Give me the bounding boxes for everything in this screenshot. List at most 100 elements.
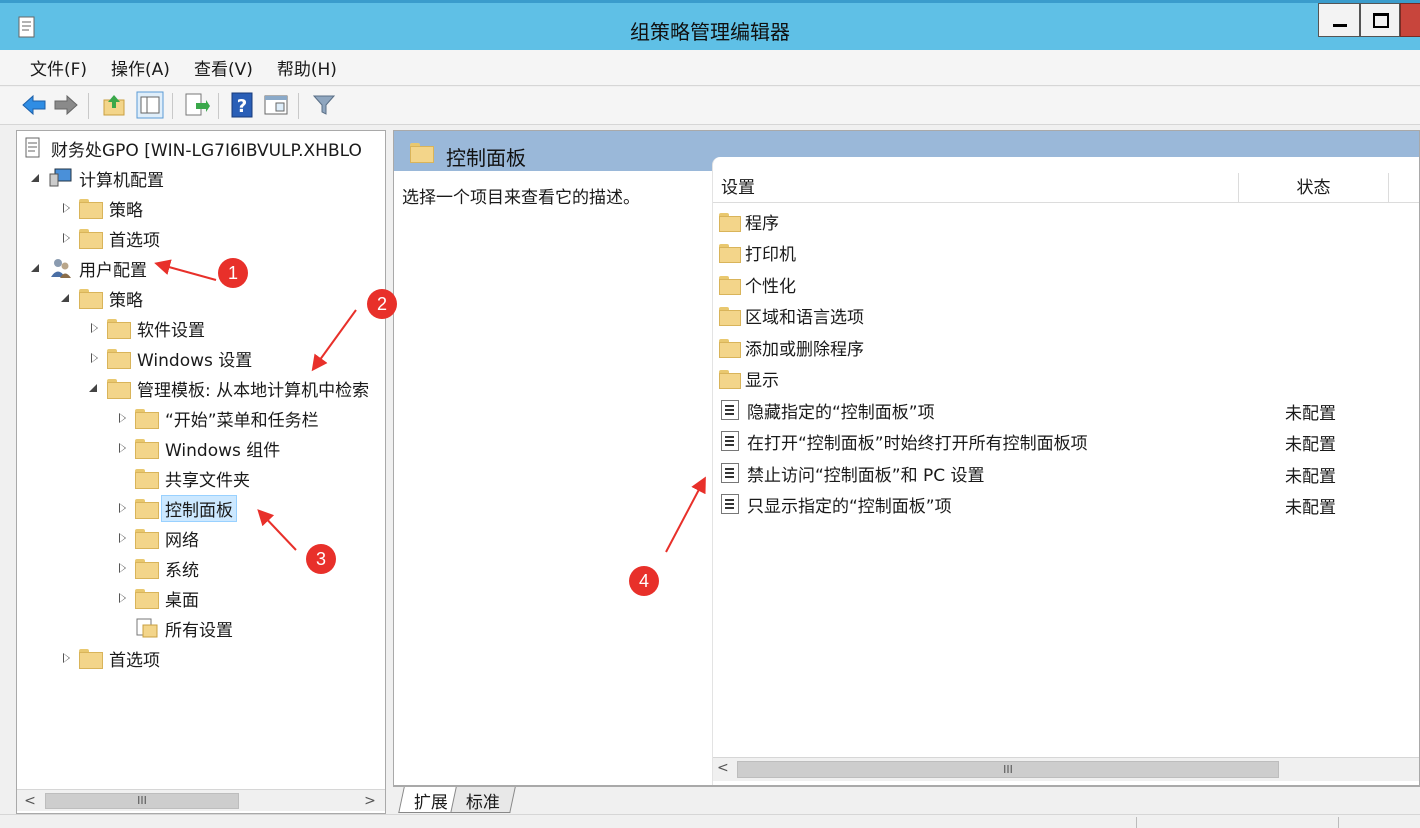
list-item[interactable]: 区域和语言选项 bbox=[719, 301, 864, 329]
tree-label: 软件设置 bbox=[137, 320, 205, 341]
list-item[interactable]: 程序 bbox=[719, 207, 779, 235]
tree-root-label: 财务处GPO [WIN-LG7I6IBVULP.XHBLO bbox=[51, 140, 362, 161]
expand-icon[interactable] bbox=[115, 411, 129, 425]
tree-start-menu[interactable]: “开始”菜单和任务栏 bbox=[115, 405, 319, 431]
folder-icon bbox=[135, 439, 159, 459]
column-header-state[interactable]: 状态 bbox=[1239, 173, 1389, 203]
tree-label: 策略 bbox=[109, 200, 143, 221]
tree-admin-templates[interactable]: 管理模板: 从本地计算机中检索 bbox=[87, 375, 369, 401]
scroll-left-icon[interactable]: < bbox=[717, 760, 729, 776]
collapse-icon[interactable] bbox=[29, 171, 43, 185]
description-text: 选择一个项目来查看它的描述。 bbox=[402, 188, 640, 208]
list-item[interactable]: 个性化 bbox=[719, 270, 796, 298]
expand-icon[interactable] bbox=[59, 201, 73, 215]
folder-icon bbox=[135, 529, 159, 549]
expand-icon[interactable] bbox=[115, 441, 129, 455]
up-folder-icon[interactable] bbox=[100, 91, 128, 119]
export-list-icon[interactable] bbox=[182, 91, 210, 119]
title-bar: 组策略管理编辑器 bbox=[0, 0, 1420, 50]
list-item[interactable]: 打印机 bbox=[719, 238, 796, 266]
collapse-icon[interactable] bbox=[59, 291, 73, 305]
tree-user-config[interactable]: 用户配置 bbox=[29, 255, 147, 281]
tree-user-policy[interactable]: 策略 bbox=[59, 285, 143, 311]
folder-icon bbox=[79, 199, 103, 219]
folder-icon bbox=[107, 379, 131, 399]
minimize-button[interactable] bbox=[1318, 3, 1360, 37]
setting-row[interactable]: 只显示指定的“控制面板”项 bbox=[719, 490, 952, 518]
setting-row[interactable]: 隐藏指定的“控制面板”项 bbox=[719, 396, 935, 424]
tree-system[interactable]: 系统 bbox=[115, 555, 199, 581]
tree-label: 桌面 bbox=[165, 590, 199, 611]
tree-control-panel[interactable]: 控制面板 bbox=[115, 494, 237, 522]
scroll-thumb[interactable]: III bbox=[45, 793, 239, 809]
close-button[interactable] bbox=[1400, 3, 1420, 37]
setting-name: 只显示指定的“控制面板”项 bbox=[747, 496, 952, 517]
scroll-left-icon[interactable]: < bbox=[21, 792, 39, 810]
expand-icon[interactable] bbox=[115, 531, 129, 545]
forward-icon[interactable] bbox=[52, 91, 80, 119]
expand-icon[interactable] bbox=[115, 591, 129, 605]
tree-computer-config[interactable]: 计算机配置 bbox=[29, 165, 164, 191]
list-item-label: 个性化 bbox=[745, 276, 796, 297]
expand-icon[interactable] bbox=[87, 321, 101, 335]
annotation-badge-4: 4 bbox=[629, 566, 659, 596]
policy-setting-icon bbox=[721, 463, 739, 483]
list-item[interactable]: 添加或删除程序 bbox=[719, 333, 864, 361]
tree-computer-prefs[interactable]: 首选项 bbox=[59, 225, 160, 251]
help-icon[interactable]: ? bbox=[228, 91, 256, 119]
folder-icon bbox=[410, 143, 434, 163]
collapse-icon[interactable] bbox=[87, 381, 101, 395]
tree-computer-policy[interactable]: 策略 bbox=[59, 195, 143, 221]
tree-desktop[interactable]: 桌面 bbox=[115, 585, 199, 611]
maximize-button[interactable] bbox=[1360, 3, 1400, 37]
folder-icon bbox=[135, 559, 159, 579]
policy-setting-icon bbox=[721, 494, 739, 514]
back-icon[interactable] bbox=[20, 91, 48, 119]
expand-icon[interactable] bbox=[87, 351, 101, 365]
policy-setting-icon bbox=[721, 400, 739, 420]
details-pane: 控制面板 选择一个项目来查看它的描述。 设置 状态 程序 打印机 个性化 区域和… bbox=[393, 130, 1420, 786]
tree-horizontal-scrollbar[interactable]: < III > bbox=[17, 789, 385, 811]
scroll-thumb[interactable]: III bbox=[737, 761, 1279, 778]
users-icon bbox=[51, 259, 71, 278]
setting-row[interactable]: 禁止访问“控制面板”和 PC 设置 bbox=[719, 459, 985, 487]
column-header-extra[interactable] bbox=[1389, 173, 1419, 203]
setting-name: 在打开“控制面板”时始终打开所有控制面板项 bbox=[747, 433, 1088, 454]
filter-icon[interactable] bbox=[310, 91, 338, 119]
tree-user-prefs[interactable]: 首选项 bbox=[59, 645, 160, 671]
show-hide-tree-icon[interactable] bbox=[136, 91, 164, 119]
setting-state: 未配置 bbox=[1285, 498, 1336, 518]
details-title: 控制面板 bbox=[446, 146, 526, 170]
expand-icon[interactable] bbox=[59, 651, 73, 665]
tree-software-settings[interactable]: 软件设置 bbox=[87, 315, 205, 341]
tab-standard[interactable]: 标准 bbox=[450, 787, 516, 813]
folder-icon bbox=[79, 649, 103, 669]
list-horizontal-scrollbar[interactable]: < III bbox=[713, 757, 1419, 781]
scroll-right-icon[interactable]: > bbox=[361, 792, 379, 810]
expand-icon[interactable] bbox=[59, 231, 73, 245]
setting-row[interactable]: 在打开“控制面板”时始终打开所有控制面板项 bbox=[719, 427, 1088, 455]
setting-name: 禁止访问“控制面板”和 PC 设置 bbox=[747, 465, 985, 486]
list-item-label: 添加或删除程序 bbox=[745, 339, 864, 360]
collapse-icon[interactable] bbox=[29, 261, 43, 275]
annotation-badge-1: 1 bbox=[218, 258, 248, 288]
expand-icon[interactable] bbox=[115, 501, 129, 515]
folder-icon bbox=[79, 289, 103, 309]
tree-shared-folders[interactable]: 共享文件夹 bbox=[115, 465, 250, 491]
column-header-setting[interactable]: 设置 bbox=[713, 173, 1239, 203]
tree-windows-settings[interactable]: Windows 设置 bbox=[87, 345, 252, 371]
tree-network[interactable]: 网络 bbox=[115, 525, 199, 551]
tree-all-settings[interactable]: 所有设置 bbox=[115, 615, 233, 641]
menu-action[interactable]: 操作(A) bbox=[99, 55, 182, 80]
menu-view[interactable]: 查看(V) bbox=[182, 55, 265, 80]
tree-label: 系统 bbox=[165, 560, 199, 581]
tree-label: 首选项 bbox=[109, 650, 160, 671]
tree-label: 所有设置 bbox=[165, 620, 233, 641]
expand-icon[interactable] bbox=[115, 561, 129, 575]
tree-windows-components[interactable]: Windows 组件 bbox=[115, 435, 280, 461]
list-item[interactable]: 显示 bbox=[719, 364, 779, 392]
menu-file[interactable]: 文件(F) bbox=[18, 55, 99, 80]
tree-root[interactable]: 财务处GPO [WIN-LG7I6IBVULP.XHBLO bbox=[23, 135, 362, 161]
properties-icon[interactable] bbox=[262, 91, 290, 119]
menu-help[interactable]: 帮助(H) bbox=[265, 55, 349, 80]
